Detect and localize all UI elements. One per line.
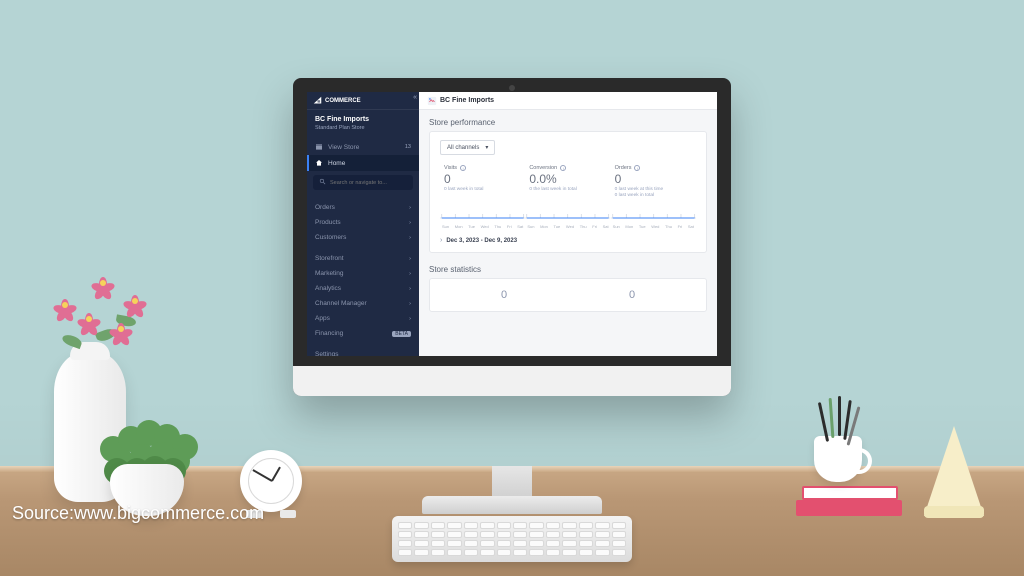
metric-sub: 0 last week at this time: [615, 187, 692, 192]
sparkline-conversion: [525, 200, 610, 222]
chevron-right-icon: ›: [409, 205, 411, 211]
search-input[interactable]: [330, 180, 407, 186]
screen: « COMMERCE BC Fine Imports Standard Plan…: [307, 92, 717, 356]
home-icon: [315, 159, 323, 167]
sidebar-search[interactable]: [313, 175, 413, 190]
pen-cup: [814, 436, 862, 482]
store-statistics-title: Store statistics: [419, 261, 717, 278]
info-icon[interactable]: i: [634, 165, 640, 171]
books: [794, 482, 904, 516]
metric-sub: 0 the last week in total: [529, 187, 606, 192]
sidebar-item-label: Apps: [315, 315, 330, 322]
date-range-selector[interactable]: › Dec 3, 2023 - Dec 9, 2023: [430, 231, 706, 252]
store-name: BC Fine Imports: [315, 116, 411, 123]
statistics-card: 0 0: [429, 278, 707, 312]
sidebar-item-label: Channel Manager: [315, 300, 367, 307]
sidebar-item-orders[interactable]: Orders ›: [307, 200, 419, 215]
sidebar-item-apps[interactable]: Apps ›: [307, 311, 419, 326]
chevron-right-icon: ›: [409, 271, 411, 277]
sidebar-item-customers[interactable]: Customers ›: [307, 230, 419, 245]
sidebar-item-label: Marketing: [315, 270, 344, 277]
chevron-right-icon: ›: [409, 235, 411, 241]
sidebar-collapse-button[interactable]: «: [413, 94, 417, 101]
metric-sub: 0 last week in total: [444, 187, 521, 192]
axis-labels: SunMonTueWedThuFriSat SunMonTueWedThuFri…: [430, 224, 706, 231]
metric-label: Visits: [444, 165, 457, 171]
scene-root: « COMMERCE BC Fine Imports Standard Plan…: [0, 0, 1024, 576]
sparklines: [430, 198, 706, 224]
store-avatar-icon: [427, 96, 436, 105]
chevron-right-icon: ›: [409, 286, 411, 292]
metric-value: 0.0%: [529, 172, 606, 186]
chevron-right-icon: ›: [409, 256, 411, 262]
metrics-row: Visitsi 0 0 last week in total Conversio…: [430, 159, 706, 198]
channel-dropdown[interactable]: All channels ▾: [440, 140, 495, 155]
sidebar-item-analytics[interactable]: Analytics ›: [307, 281, 419, 296]
flowers: [36, 266, 156, 366]
info-icon[interactable]: i: [560, 165, 566, 171]
chevron-right-icon: ›: [409, 316, 411, 322]
sidebar-item-label: Customers: [315, 234, 346, 241]
sparkline-visits: [440, 200, 525, 222]
sparkline-orders: [611, 200, 696, 222]
store-plan: Standard Plan Store: [315, 125, 411, 131]
monitor-stand: [422, 470, 602, 514]
chevron-right-icon[interactable]: ›: [440, 237, 442, 244]
page-title: BC Fine Imports: [440, 97, 494, 104]
decor-cone: [924, 426, 984, 516]
sidebar-item-view-store[interactable]: View Store 13: [307, 139, 419, 155]
sidebar-item-settings[interactable]: Settings: [307, 347, 419, 356]
beta-badge: BETA: [392, 331, 411, 337]
performance-card: All channels ▾ Visitsi 0 0 last week in …: [429, 131, 707, 253]
storefront-icon: [315, 143, 323, 151]
date-range-text: Dec 3, 2023 - Dec 9, 2023: [446, 238, 517, 244]
dropdown-selected: All channels: [447, 145, 479, 151]
sidebar-item-label: Products: [315, 219, 341, 226]
chevron-right-icon: ›: [409, 301, 411, 307]
sidebar-item-storefront[interactable]: Storefront ›: [307, 251, 419, 266]
metric-conversion: Conversioni 0.0% 0 the last week in tota…: [525, 165, 610, 198]
sidebar: « COMMERCE BC Fine Imports Standard Plan…: [307, 92, 419, 356]
metric-sub: 0 last week in total: [615, 193, 692, 198]
keyboard: [392, 516, 632, 562]
metric-orders: Ordersi 0 0 last week at this time 0 las…: [611, 165, 696, 198]
store-info: BC Fine Imports Standard Plan Store: [307, 110, 419, 139]
source-caption: Source:www.bigcommerce.com: [12, 503, 264, 524]
store-performance-title: Store performance: [419, 110, 717, 131]
chevron-right-icon: ›: [409, 220, 411, 226]
metric-value: 0: [444, 172, 521, 186]
metric-label: Conversion: [529, 165, 557, 171]
main-content: BC Fine Imports Store performance All ch…: [419, 92, 717, 356]
info-icon[interactable]: i: [460, 165, 466, 171]
sidebar-item-home[interactable]: Home: [307, 155, 419, 171]
metric-label: Orders: [615, 165, 632, 171]
brand: COMMERCE: [307, 92, 419, 110]
sidebar-item-financing[interactable]: Financing BETA: [307, 326, 419, 341]
sidebar-item-label: Analytics: [315, 285, 341, 292]
chevron-down-icon: ▾: [485, 144, 488, 151]
metric-value: 0: [615, 172, 692, 186]
sidebar-item-marketing[interactable]: Marketing ›: [307, 266, 419, 281]
metric-visits: Visitsi 0 0 last week in total: [440, 165, 525, 198]
sidebar-item-label: Settings: [315, 351, 339, 356]
sidebar-item-channel-manager[interactable]: Channel Manager ›: [307, 296, 419, 311]
monitor: « COMMERCE BC Fine Imports Standard Plan…: [293, 78, 731, 396]
sidebar-item-label: Orders: [315, 204, 335, 211]
sidebar-item-products[interactable]: Products ›: [307, 215, 419, 230]
view-store-count: 13: [405, 144, 411, 150]
brand-text: COMMERCE: [325, 98, 361, 104]
sidebar-item-label: View Store: [328, 144, 359, 151]
stat-value: 0: [440, 289, 568, 301]
brand-logo-icon: [313, 96, 322, 105]
stat-value: 0: [568, 289, 696, 301]
sidebar-item-label: Storefront: [315, 255, 344, 262]
topbar: BC Fine Imports: [419, 92, 717, 110]
sidebar-item-label: Home: [328, 160, 345, 167]
sidebar-item-label: Financing: [315, 330, 343, 337]
search-icon: [319, 178, 326, 187]
